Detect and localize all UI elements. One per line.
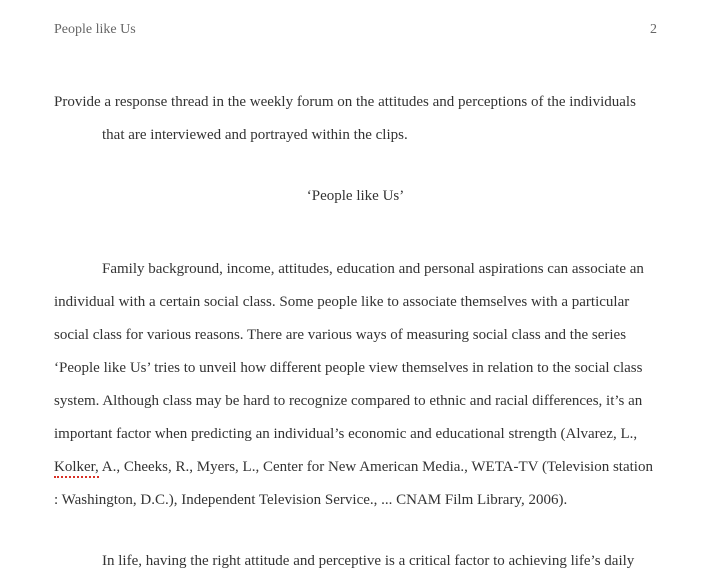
prompt-line-2: that are interviewed and portrayed withi… [54, 119, 657, 152]
prompt-block: Provide a response thread in the weekly … [54, 86, 657, 152]
running-head: People like Us [54, 22, 136, 38]
paragraph-1: Family background, income, attitudes, ed… [54, 253, 657, 517]
prompt-line-1: Provide a response thread in the weekly … [54, 86, 657, 119]
document-title: ‘People like Us’ [54, 180, 657, 213]
paragraph-1-text-a: Family background, income, attitudes, ed… [54, 261, 644, 442]
paragraph-2: In life, having the right attitude and p… [54, 545, 657, 578]
page-header: People like Us 2 [54, 22, 657, 38]
paragraph-1-text-b: A., Cheeks, R., Myers, L., Center for Ne… [54, 459, 653, 508]
spelling-underline: Kolker, [54, 459, 99, 478]
page-number: 2 [650, 22, 657, 38]
